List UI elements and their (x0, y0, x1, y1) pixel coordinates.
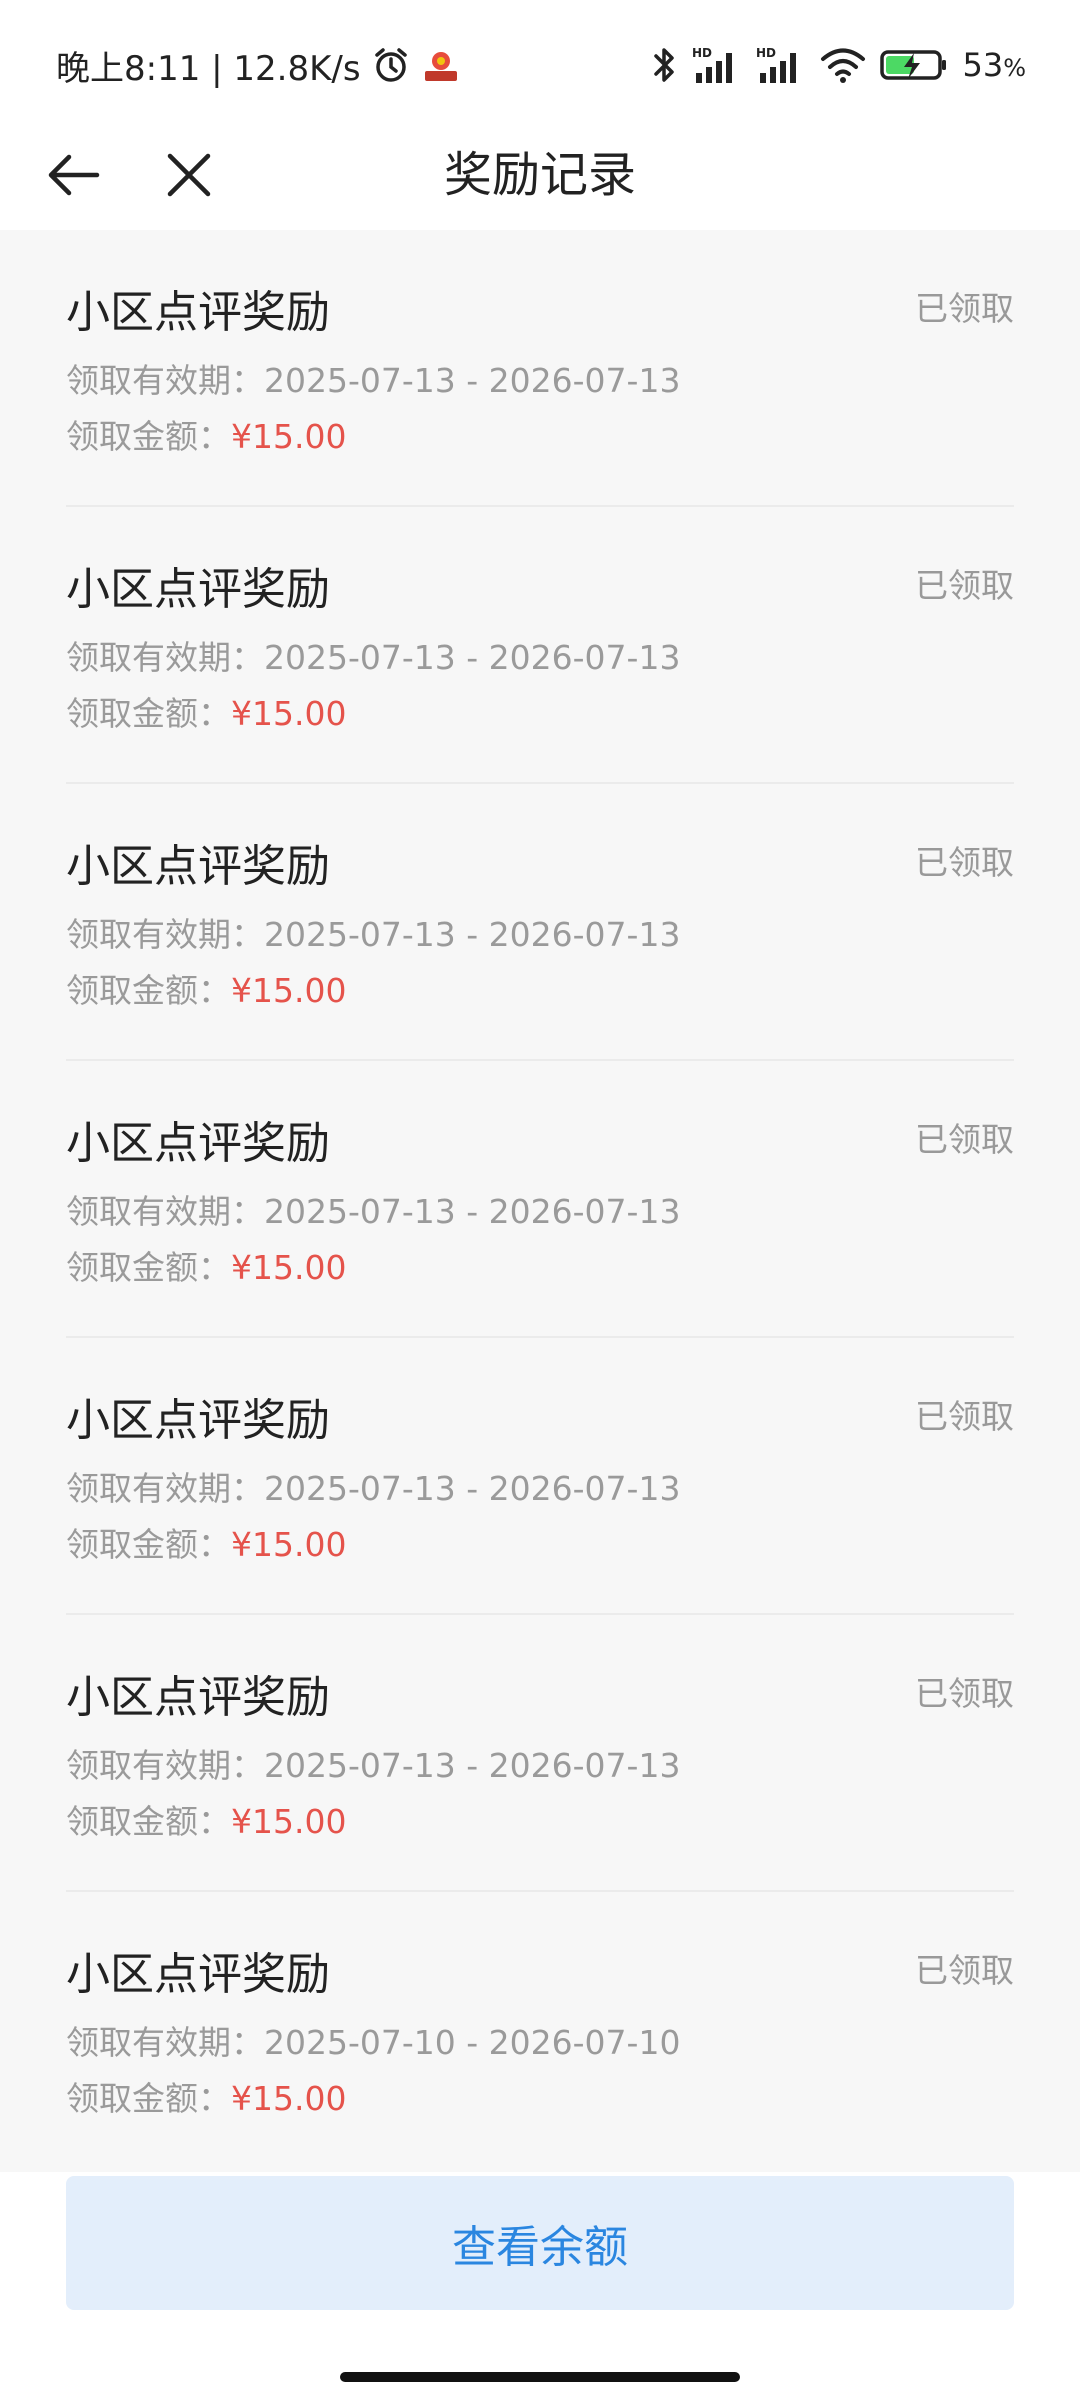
list-item: 小区点评奖励 已领取 领取有效期：2025-07-13 - 2026-07-13… (66, 1338, 1014, 1615)
svg-text:HD: HD (692, 46, 712, 60)
record-validity: 领取有效期：2025-07-10 - 2026-07-10 (66, 2016, 680, 2064)
status-bar-right: HD HD 53% (652, 40, 1026, 90)
list-item: 小区点评奖励 已领取 领取有效期：2025-07-10 - 2026-07-10… (66, 1892, 1014, 2169)
header: 奖励记录 (0, 120, 1080, 230)
record-amount: 领取金额：¥15.00 (66, 964, 346, 1012)
status-bar: 晚上8:11 | 12.8K/s HD HD 53% (0, 0, 1080, 120)
validity-label: 领取有效期： (66, 638, 264, 677)
record-title: 小区点评奖励 (66, 287, 330, 338)
list-item: 小区点评奖励 已领取 领取有效期：2025-07-13 - 2026-07-13… (66, 1061, 1014, 1338)
record-status: 已领取 (915, 1120, 1014, 1159)
record-status: 已领取 (915, 289, 1014, 328)
hd-signal-icon: HD (692, 45, 742, 85)
record-title: 小区点评奖励 (66, 1395, 330, 1446)
amount-label: 领取金额： (66, 1802, 231, 1841)
battery-percent: 53% (962, 46, 1026, 84)
record-amount: 领取金额：¥15.00 (66, 687, 346, 735)
bottom-bar: 查看余额 (0, 2172, 1080, 2400)
battery-charging-icon (880, 45, 948, 85)
validity-label: 领取有效期： (66, 1469, 264, 1508)
validity-label: 领取有效期： (66, 915, 264, 954)
record-amount: 领取金额：¥15.00 (66, 1518, 346, 1566)
list-item: 小区点评奖励 已领取 领取有效期：2025-07-13 - 2026-07-13… (66, 784, 1014, 1061)
hd-signal-icon: HD (756, 45, 806, 85)
amount-value: ¥15.00 (231, 694, 347, 733)
status-bar-left: 晚上8:11 | 12.8K/s (56, 40, 461, 90)
record-validity: 领取有效期：2025-07-13 - 2026-07-13 (66, 631, 680, 679)
back-arrow-icon (48, 154, 100, 196)
list-item: 小区点评奖励 已领取 领取有效期：2025-07-13 - 2026-07-13… (66, 507, 1014, 784)
record-validity: 领取有效期：2025-07-13 - 2026-07-13 (66, 354, 680, 402)
record-status: 已领取 (915, 1674, 1014, 1713)
amount-label: 领取金额： (66, 1248, 231, 1287)
amount-label: 领取金额： (66, 417, 231, 456)
record-status: 已领取 (915, 1397, 1014, 1436)
record-title: 小区点评奖励 (66, 1949, 330, 2000)
record-title: 小区点评奖励 (66, 1118, 330, 1169)
amount-value: ¥15.00 (231, 1248, 347, 1287)
home-indicator[interactable] (340, 2372, 740, 2382)
close-button[interactable] (154, 140, 224, 210)
amount-label: 领取金额： (66, 971, 231, 1010)
svg-text:HD: HD (756, 46, 776, 60)
validity-value: 2025-07-13 - 2026-07-13 (264, 1746, 681, 1785)
wifi-icon (820, 45, 866, 85)
record-status: 已领取 (915, 566, 1014, 605)
record-status: 已领取 (915, 1951, 1014, 1990)
validity-label: 领取有效期： (66, 1746, 264, 1785)
status-time-speed: 晚上8:11 | 12.8K/s (56, 48, 361, 89)
amount-value: ¥15.00 (231, 1802, 347, 1841)
validity-value: 2025-07-13 - 2026-07-13 (264, 1469, 681, 1508)
validity-value: 2025-07-13 - 2026-07-13 (264, 1192, 681, 1231)
bluetooth-icon (652, 45, 678, 85)
record-amount: 领取金额：¥15.00 (66, 410, 346, 458)
validity-value: 2025-07-10 - 2026-07-10 (264, 2023, 681, 2062)
view-balance-button[interactable]: 查看余额 (66, 2176, 1014, 2310)
validity-label: 领取有效期： (66, 361, 264, 400)
record-title: 小区点评奖励 (66, 564, 330, 615)
list-item: 小区点评奖励 已领取 领取有效期：2025-07-13 - 2026-07-13… (66, 230, 1014, 507)
list-item: 小区点评奖励 已领取 领取有效期：2025-07-13 - 2026-07-13… (66, 1615, 1014, 1892)
record-title: 小区点评奖励 (66, 841, 330, 892)
alarm-icon (371, 45, 411, 85)
battery-unit: % (1003, 54, 1026, 82)
amount-value: ¥15.00 (231, 971, 347, 1010)
record-amount: 领取金额：¥15.00 (66, 1795, 346, 1843)
record-validity: 领取有效期：2025-07-13 - 2026-07-13 (66, 1739, 680, 1787)
record-validity: 领取有效期：2025-07-13 - 2026-07-13 (66, 908, 680, 956)
app-notification-icon (421, 45, 461, 85)
close-icon (167, 153, 211, 197)
record-amount: 领取金额：¥15.00 (66, 1241, 346, 1289)
record-validity: 领取有效期：2025-07-13 - 2026-07-13 (66, 1185, 680, 1233)
amount-value: ¥15.00 (231, 2079, 347, 2118)
validity-value: 2025-07-13 - 2026-07-13 (264, 638, 681, 677)
reward-record-list: 小区点评奖励 已领取 领取有效期：2025-07-13 - 2026-07-13… (66, 230, 1014, 2172)
record-validity: 领取有效期：2025-07-13 - 2026-07-13 (66, 1462, 680, 1510)
amount-label: 领取金额： (66, 1525, 231, 1564)
record-title: 小区点评奖励 (66, 1672, 330, 1723)
validity-value: 2025-07-13 - 2026-07-13 (264, 915, 681, 954)
validity-value: 2025-07-13 - 2026-07-13 (264, 361, 681, 400)
amount-label: 领取金额： (66, 2079, 231, 2118)
amount-value: ¥15.00 (231, 1525, 347, 1564)
record-status: 已领取 (915, 843, 1014, 882)
back-button[interactable] (38, 140, 108, 210)
amount-label: 领取金额： (66, 694, 231, 733)
amount-value: ¥15.00 (231, 417, 347, 456)
validity-label: 领取有效期： (66, 2023, 264, 2062)
validity-label: 领取有效期： (66, 1192, 264, 1231)
record-amount: 领取金额：¥15.00 (66, 2072, 346, 2120)
